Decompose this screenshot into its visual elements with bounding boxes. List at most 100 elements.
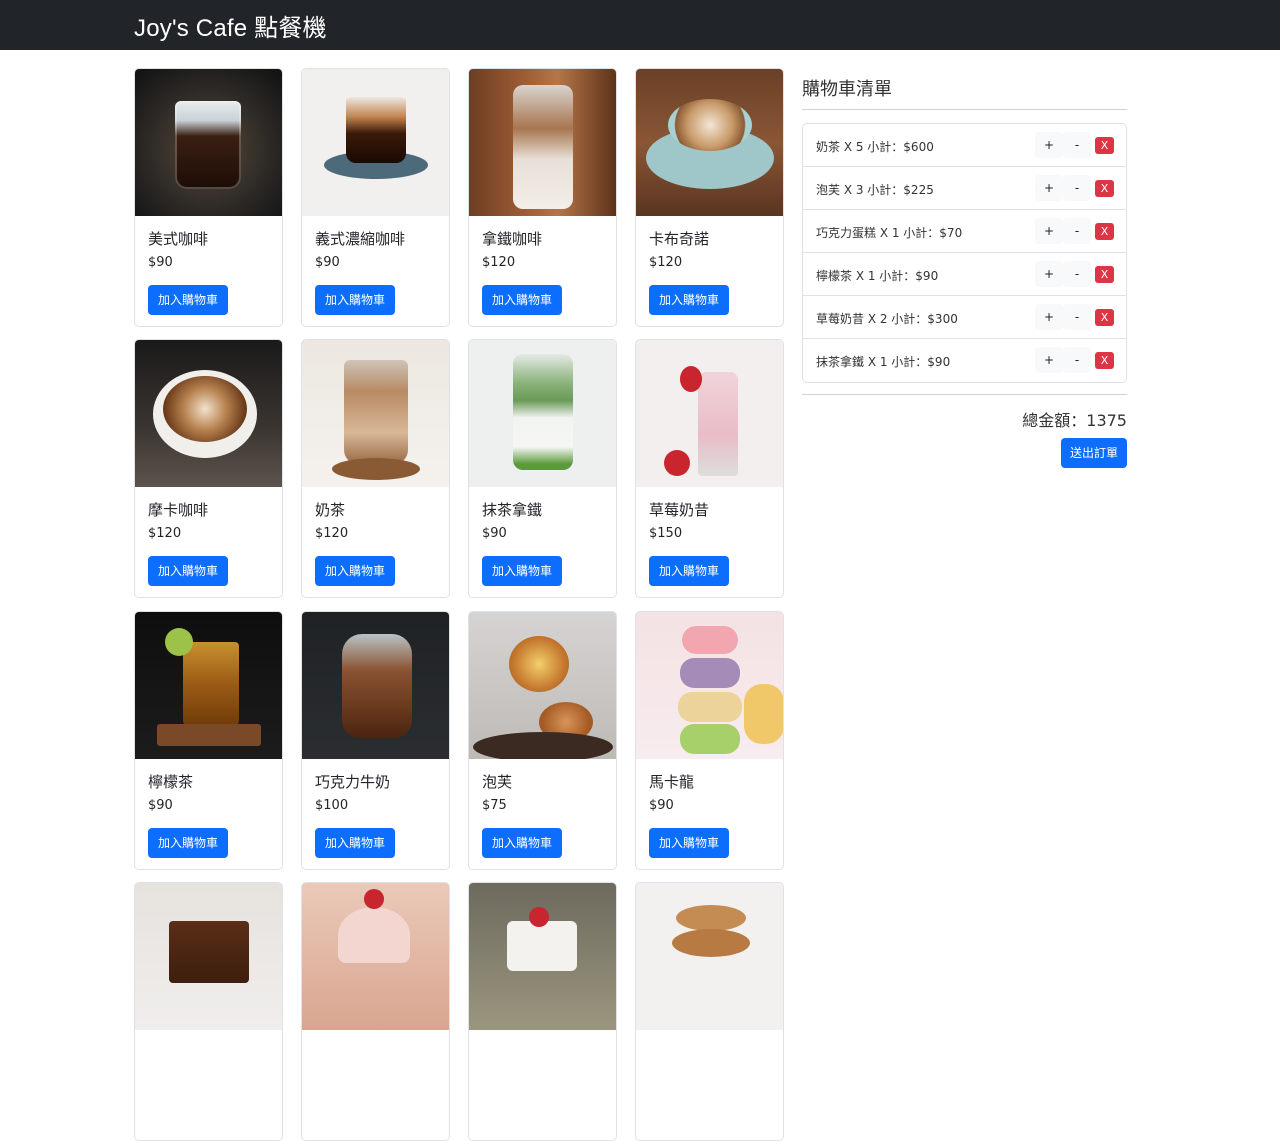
product-price: $100 [315,798,349,813]
product-price: $75 [482,798,507,813]
decrease-button[interactable]: - [1063,261,1091,287]
remove-button[interactable]: X [1095,223,1114,240]
product-name: 奶茶 [315,501,346,519]
fruit-cake-photo [469,883,616,1030]
navbar: Joy's Cafe 點餐機 [0,0,1280,50]
submit-order-button[interactable]: 送出訂單 [1060,438,1127,468]
add-to-cart-button[interactable]: 加入購物車 [482,556,563,586]
cart-title: 購物車清單 [802,79,892,100]
add-to-cart-button[interactable]: 加入購物車 [649,556,730,586]
product-price: $120 [649,255,683,270]
product-card: 泡芙 $75 加入購物車 [468,611,617,870]
divider [802,109,1127,110]
increase-button[interactable]: + [1035,132,1063,158]
add-to-cart-button[interactable]: 加入購物車 [649,285,730,315]
add-to-cart-button[interactable]: 加入購物車 [148,556,229,586]
product-card: 馬卡龍 $90 加入購物車 [635,611,784,870]
product-price: $90 [315,255,340,270]
chocolate-milk-photo [302,612,449,759]
increase-button[interactable]: + [1035,261,1063,287]
app-title[interactable]: Joy's Cafe 點餐機 [134,8,327,43]
cart-item-text: 抹茶拿鐵 X 1 小計：$90 [816,355,951,369]
cart-item: 巧克力蛋糕 X 1 小計：$70 + - X [803,210,1126,253]
product-price: $120 [148,526,182,541]
product-name: 摩卡咖啡 [148,501,209,519]
add-to-cart-button[interactable]: 加入購物車 [315,285,396,315]
add-to-cart-button[interactable]: 加入購物車 [148,828,229,858]
product-card: 草莓奶昔 $150 加入購物車 [635,339,784,598]
matcha-latte-photo [469,340,616,487]
product-card: 卡布奇諾 $120 加入購物車 [635,68,784,327]
product-name: 卡布奇諾 [649,230,710,248]
product-card: 美式咖啡 $90 加入購物車 [134,68,283,327]
product-name: 抹茶拿鐵 [482,501,543,519]
macaron-photo [636,612,783,759]
latte-photo [469,69,616,216]
product-card: 巧克力牛奶 $100 加入購物車 [301,611,450,870]
product-card: 奶茶 $120 加入購物車 [301,339,450,598]
mocha-photo [135,340,282,487]
remove-button[interactable]: X [1095,180,1114,197]
cart-item: 草莓奶昔 X 2 小計：$300 + - X [803,296,1126,339]
product-name: 泡芙 [482,773,513,791]
product-name: 馬卡龍 [649,773,695,791]
add-to-cart-button[interactable]: 加入購物車 [148,285,229,315]
decrease-button[interactable]: - [1063,347,1091,373]
cappuccino-photo [636,69,783,216]
cupcake-photo [302,883,449,1030]
product-price: $90 [148,255,173,270]
product-card: 義式濃縮咖啡 $90 加入購物車 [301,68,450,327]
product-name: 檸檬茶 [148,773,194,791]
product-name: 美式咖啡 [148,230,209,248]
cart-item: 奶茶 X 5 小計：$600 + - X [803,124,1126,167]
product-card [134,882,283,1141]
cart-item-text: 草莓奶昔 X 2 小計：$300 [816,312,958,326]
product-price: $90 [482,526,507,541]
add-to-cart-button[interactable]: 加入購物車 [482,828,563,858]
add-to-cart-button[interactable]: 加入購物車 [649,828,730,858]
espresso-photo [302,69,449,216]
cart-item: 抹茶拿鐵 X 1 小計：$90 + - X [803,339,1126,382]
decrease-button[interactable]: - [1063,218,1091,244]
remove-button[interactable]: X [1095,309,1114,326]
chocolate-cake-photo [135,883,282,1030]
increase-button[interactable]: + [1035,218,1063,244]
cookies-photo [636,883,783,1030]
cart-list: 奶茶 X 5 小計：$600 + - X 泡芙 X 3 小計：$225 + - … [802,123,1127,383]
decrease-button[interactable]: - [1063,175,1091,201]
increase-button[interactable]: + [1035,175,1063,201]
cart-item: 檸檬茶 X 1 小計：$90 + - X [803,253,1126,296]
cart-total: 總金額：1375 [1022,411,1127,430]
product-name: 義式濃縮咖啡 [315,230,406,248]
decrease-button[interactable]: - [1063,304,1091,330]
cream-puff-photo [469,612,616,759]
cart-item-text: 巧克力蛋糕 X 1 小計：$70 [816,226,963,240]
remove-button[interactable]: X [1095,137,1114,154]
product-price: $90 [148,798,173,813]
product-price: $150 [649,526,683,541]
add-to-cart-button[interactable]: 加入購物車 [315,556,396,586]
cart-item-text: 奶茶 X 5 小計：$600 [816,140,934,154]
lemon-tea-photo [135,612,282,759]
americano-photo [135,69,282,216]
increase-button[interactable]: + [1035,304,1063,330]
product-name: 拿鐵咖啡 [482,230,543,248]
increase-button[interactable]: + [1035,347,1063,373]
product-name: 巧克力牛奶 [315,773,391,791]
strawberry-shake-photo [636,340,783,487]
product-card: 抹茶拿鐵 $90 加入購物車 [468,339,617,598]
product-card [468,882,617,1141]
remove-button[interactable]: X [1095,266,1114,283]
remove-button[interactable]: X [1095,352,1114,369]
decrease-button[interactable]: - [1063,132,1091,158]
add-to-cart-button[interactable]: 加入購物車 [482,285,563,315]
cart-item-text: 檸檬茶 X 1 小計：$90 [816,269,939,283]
cart-item-text: 泡芙 X 3 小計：$225 [816,183,934,197]
product-card [635,882,784,1141]
divider [802,394,1127,395]
product-card [301,882,450,1141]
product-name: 草莓奶昔 [649,501,710,519]
add-to-cart-button[interactable]: 加入購物車 [315,828,396,858]
product-price: $90 [649,798,674,813]
product-card: 摩卡咖啡 $120 加入購物車 [134,339,283,598]
